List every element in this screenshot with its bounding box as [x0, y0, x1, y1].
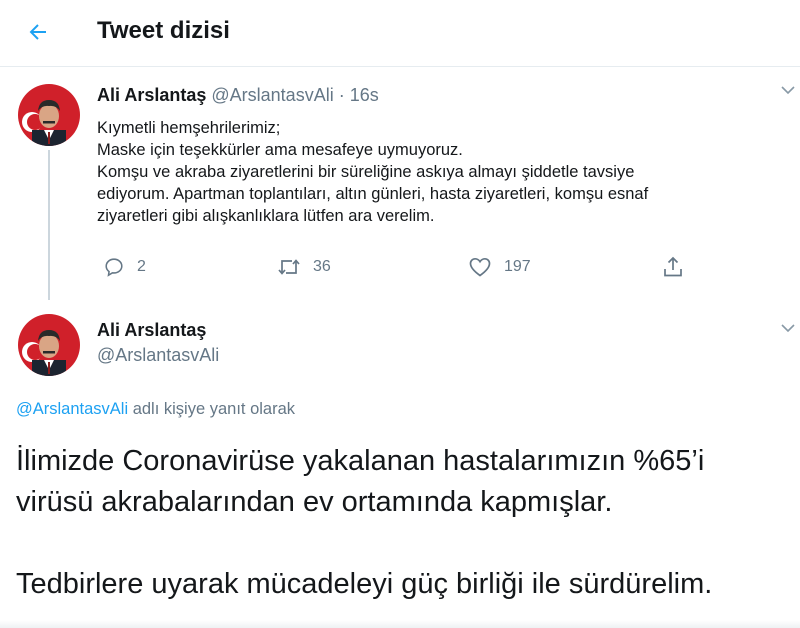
tweet-line: İlimizde Coronavirüse yakalanan hastalar… — [16, 445, 705, 477]
chevron-down-icon — [781, 86, 795, 95]
tweet-line: Komşu ve akraba ziyaretlerini bir süreli… — [97, 163, 635, 181]
tweet-line: ediyorum. Apartman toplantıları, altın g… — [97, 185, 649, 203]
arrow-left-icon — [29, 24, 46, 40]
separator-dot: · — [338, 85, 345, 105]
back-button[interactable] — [22, 16, 54, 48]
author-name[interactable]: Ali Arslantaş — [97, 85, 206, 105]
avatar[interactable] — [18, 314, 80, 376]
like-button[interactable]: 197 — [468, 256, 531, 278]
share-icon — [664, 256, 682, 277]
author-name[interactable]: Ali Arslantaş — [97, 320, 206, 341]
reply-to-text: adlı kişiye yanıt olarak — [128, 400, 296, 418]
avatar-image — [18, 84, 80, 146]
avatar[interactable] — [18, 84, 80, 146]
bottom-edge — [0, 620, 800, 628]
header-bar: Tweet dizisi — [0, 0, 800, 67]
tweet-text: Kıymetli hemşehrilerimiz; Maske için teş… — [97, 117, 787, 227]
tweet-header: Ali Arslantaş @ArslantasvAli · 16s — [97, 85, 379, 106]
tweet-line: Kıymetli hemşehrilerimiz; — [97, 119, 281, 137]
tweet-line: Maske için teşekkürler ama mesafeye uymu… — [97, 141, 463, 159]
retweet-count: 36 — [313, 258, 331, 275]
main-tweet-text: İlimizde Coronavirüse yakalanan hastalar… — [16, 441, 786, 605]
page-title: Tweet dizisi — [97, 17, 230, 44]
reply-to-link[interactable]: @ArslantasvAli — [16, 400, 128, 418]
avatar-image — [18, 314, 80, 376]
tweet-options-button[interactable] — [776, 316, 800, 340]
tweet-time[interactable]: 16s — [350, 85, 379, 105]
author-handle: @ArslantasvAli — [97, 345, 220, 365]
retweet-button[interactable]: 36 — [277, 256, 331, 278]
retweet-icon — [278, 259, 300, 275]
reply-icon — [105, 258, 123, 277]
reply-button[interactable]: 2 — [103, 256, 146, 278]
like-count: 197 — [504, 258, 531, 275]
tweet-options-button[interactable] — [776, 78, 800, 102]
heart-icon — [469, 257, 491, 277]
tweet-line: ziyaretleri gibi alışkanlıklara lütfen a… — [97, 207, 435, 225]
reply-context: @ArslantasvAli adlı kişiye yanıt olarak — [16, 400, 295, 419]
chevron-down-icon — [781, 324, 795, 333]
tweet-line: Tedbirlere uyarak mücadeleyi güç birliği… — [16, 568, 713, 600]
author-handle: @ArslantasvAli — [211, 85, 334, 105]
thread-connector — [48, 150, 50, 300]
reply-count: 2 — [137, 258, 146, 275]
tweet-actions: 2 36 197 — [97, 256, 697, 284]
share-button[interactable] — [662, 256, 684, 278]
tweet-line: virüsü akrabalarından ev ortamında kapmı… — [16, 486, 613, 518]
